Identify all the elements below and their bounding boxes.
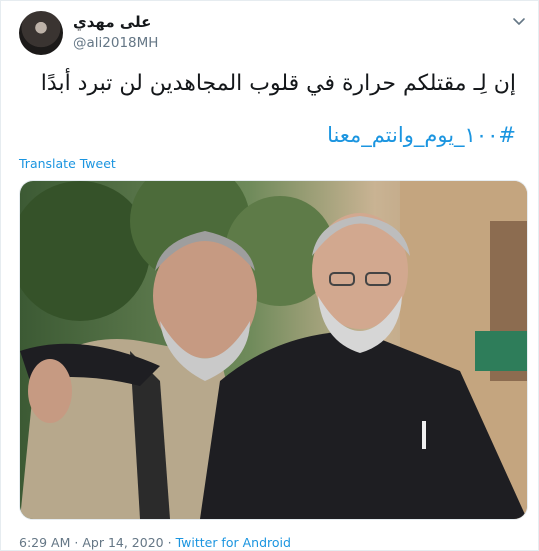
meta-separator: · — [74, 535, 79, 550]
hashtag-link[interactable]: #١٠٠_يوم_وانتم_معنا — [327, 123, 516, 147]
author-name[interactable]: على مهدي — [73, 13, 151, 31]
tweet-source-link[interactable]: Twitter for Android — [176, 535, 291, 550]
tweet-date[interactable]: Apr 14, 2020 — [82, 535, 163, 550]
tweet-text: إن لِـ مقتلكم حرارة في قلوب المجاهدين لن… — [40, 71, 516, 96]
tweet-meta: 6:29 AM · Apr 14, 2020 · Twitter for And… — [19, 535, 291, 550]
avatar[interactable] — [19, 11, 63, 55]
translate-tweet-link[interactable]: Translate Tweet — [19, 156, 116, 171]
tweet-card: على مهدي @ali2018MH إن لِـ مقتلكم حرارة … — [0, 0, 539, 551]
meta-separator: · — [167, 535, 172, 550]
tweet-time[interactable]: 6:29 AM — [19, 535, 70, 550]
chevron-down-icon[interactable] — [511, 13, 527, 29]
author-handle[interactable]: @ali2018MH — [73, 35, 158, 51]
tweet-photo[interactable] — [19, 180, 528, 520]
